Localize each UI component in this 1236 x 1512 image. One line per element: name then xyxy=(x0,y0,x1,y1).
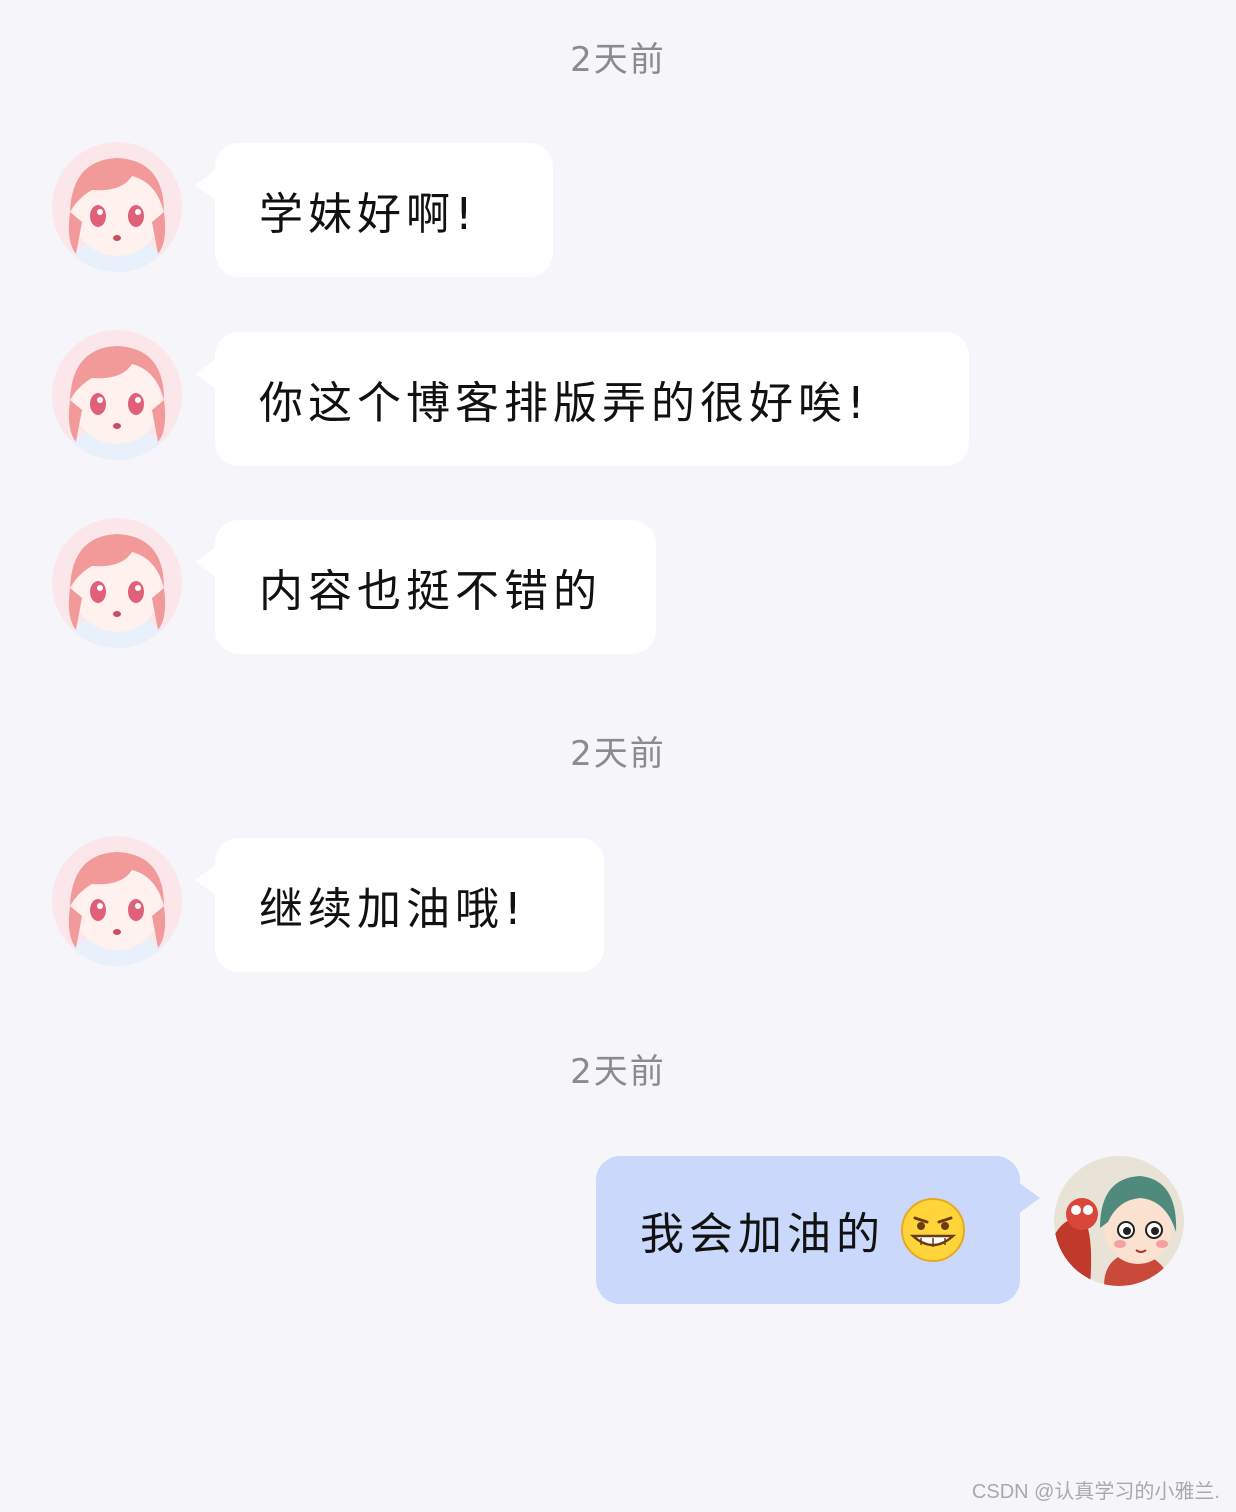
message-text: 学妹好啊! xyxy=(259,189,478,240)
anime-girl-avatar-icon xyxy=(52,518,182,648)
avatar-anime-girl[interactable] xyxy=(52,142,182,272)
avatar-anime-girl[interactable] xyxy=(52,330,182,460)
timestamp: 2天前 xyxy=(570,1052,666,1092)
timestamp: 2天前 xyxy=(570,40,666,80)
anime-girl-avatar-icon xyxy=(52,330,182,460)
avatar-anime-girl[interactable] xyxy=(52,518,182,648)
message-text: 继续加油哦! xyxy=(259,884,527,935)
message-text: 内容也挺不错的 xyxy=(259,566,602,617)
avatar-anime-girl[interactable] xyxy=(52,836,182,966)
message-bubble-incoming[interactable]: 你这个博客排版弄的很好唉! xyxy=(195,332,969,466)
timestamp: 2天前 xyxy=(570,734,666,774)
anime-girl-avatar-icon xyxy=(52,836,182,966)
anime-girl-avatar-icon xyxy=(52,142,182,272)
avatar-cartoon-user[interactable] xyxy=(1054,1156,1184,1286)
message-bubble-incoming[interactable]: 内容也挺不错的 xyxy=(195,520,656,654)
message-bubble-outgoing[interactable]: 我会加油的 xyxy=(596,1156,1040,1304)
message-bubble-incoming[interactable]: 学妹好啊! xyxy=(195,143,553,277)
message-text: 你这个博客排版弄的很好唉! xyxy=(259,378,870,429)
message-text: 我会加油的 xyxy=(640,1209,885,1260)
grinning-face-icon xyxy=(899,1196,967,1264)
watermark: CSDN @认真学习的小雅兰. xyxy=(971,1481,1220,1503)
cartoon-user-avatar-icon xyxy=(1054,1156,1184,1286)
message-bubble-incoming[interactable]: 继续加油哦! xyxy=(195,838,604,972)
